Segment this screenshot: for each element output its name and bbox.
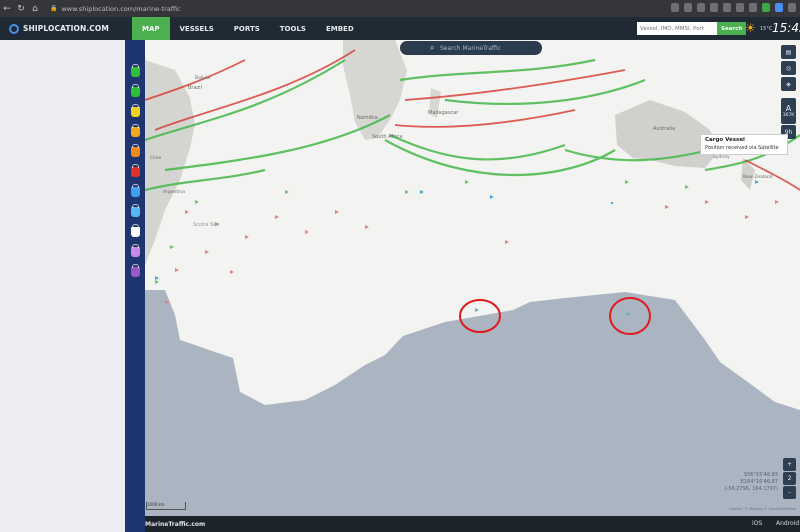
map-label-madagascar: Madagascar (428, 110, 459, 116)
density-icon[interactable]: ◈ (781, 77, 796, 91)
map-label-australia: Australia (653, 126, 676, 132)
lock-icon: 🔒 (50, 5, 58, 12)
ios-link[interactable]: iOS (752, 520, 762, 527)
android-link[interactable]: Android (776, 520, 799, 527)
cursor-coordinates: S56°15'46.83 E164°16'46.87 (-56.2796, 16… (725, 472, 778, 493)
nav-embed[interactable]: EMBED (316, 17, 364, 40)
zoom-level: 2 (783, 472, 796, 485)
extension-icon[interactable] (788, 3, 796, 12)
extension-icon[interactable] (697, 3, 705, 12)
search-icon: ⌕ (430, 43, 435, 52)
map-label-sydney: Sydney (713, 155, 730, 160)
extensions (671, 3, 796, 12)
vessel-search-input[interactable] (637, 22, 717, 35)
download-icon[interactable] (762, 3, 770, 12)
zoom-in-button[interactable]: + (783, 458, 796, 471)
browser-toolbar: ← ↻ ⌂ 🔒 www.shiplocation.com/marine-traf… (0, 0, 800, 17)
map-label-bolivia: Bolivia (195, 76, 211, 81)
layers-icon[interactable]: ◎ (781, 61, 796, 75)
camera-icon[interactable] (684, 3, 692, 12)
site-search: Search (637, 22, 747, 35)
layer-filter-icon[interactable] (131, 144, 140, 157)
vessel-count-control[interactable]: A 367K (781, 98, 796, 124)
layer-filter-icon[interactable] (131, 264, 140, 277)
nav-vessels[interactable]: VESSELS (170, 17, 224, 40)
layer-filter-icon[interactable] (131, 64, 140, 77)
vessel-count-icon: A (785, 104, 792, 113)
map-search-placeholder: Search MarineTraffic (440, 44, 502, 52)
side-panel (0, 40, 125, 532)
longitude: E164°16'46.87 (740, 479, 778, 485)
layer-filter-icon[interactable] (131, 164, 140, 177)
vessel-count-value: 367K (782, 113, 795, 118)
extension-icon[interactable] (723, 3, 731, 12)
reload-icon[interactable]: ↻ (14, 4, 28, 14)
map-scale: 1000 km (146, 502, 186, 510)
map-label-scotia-sea: Scotia Sea (193, 222, 220, 228)
tooltip-detail: Position received via Satellite (705, 145, 779, 151)
layer-filter-icon[interactable] (131, 184, 140, 197)
puzzle-icon[interactable] (749, 3, 757, 12)
temperature: 15°C (760, 26, 773, 32)
extension-icon[interactable] (671, 3, 679, 12)
decimal-coordinates: (-56.2796, 164.1797) (724, 486, 778, 492)
map-label-namibia: Namibia (357, 115, 378, 121)
site-logo[interactable]: SHIPLOCATION.COM (9, 23, 132, 34)
back-icon[interactable]: ← (0, 4, 14, 14)
address-text: www.shiplocation.com/marine-traffic (61, 4, 181, 13)
footer-bar: MarineTraffic.com iOS Android (145, 516, 800, 532)
map-search-box[interactable]: ⌕ Search MarineTraffic (400, 41, 542, 55)
layer-filter-icon[interactable] (131, 204, 140, 217)
layer-bar (125, 40, 145, 532)
latitude: S56°15'46.83 (743, 472, 778, 478)
map-canvas[interactable] (145, 40, 800, 516)
map-label-new-zealand: New Zealand (743, 175, 773, 180)
nav-map[interactable]: MAP (132, 17, 170, 40)
heart-icon[interactable] (710, 3, 718, 12)
sun-icon: ☀ (745, 21, 756, 35)
extension-icon[interactable] (736, 3, 744, 12)
map-label-chile: Chile (150, 156, 162, 161)
vessel-tooltip: Cargo Vessel Position received via Satel… (700, 134, 788, 155)
address-bar[interactable]: 🔒 www.shiplocation.com/marine-traffic (50, 5, 181, 13)
clock: 15:43 (772, 21, 800, 35)
layer-filter-icon[interactable] (131, 84, 140, 97)
filters-icon[interactable]: ▤ (781, 45, 796, 59)
map-label-argentina: Argentina (163, 190, 185, 195)
layer-filter-icon[interactable] (131, 104, 140, 117)
home-icon[interactable]: ⌂ (28, 4, 42, 14)
layer-filter-icon[interactable] (131, 244, 140, 257)
nav-tools[interactable]: TOOLS (270, 17, 316, 40)
map-view[interactable]: Brazil Bolivia Chile Argentina Namibia S… (145, 40, 800, 516)
main-nav: MAP VESSELS PORTS TOOLS EMBED (132, 17, 364, 40)
site-header: SHIPLOCATION.COM MAP VESSELS PORTS TOOLS… (0, 17, 800, 40)
map-attribution[interactable]: Leaflet | © Mapbox © OpenStreetMap (729, 507, 796, 511)
layer-filter-icon[interactable] (131, 224, 140, 237)
translate-icon[interactable] (775, 3, 783, 12)
logo-icon (9, 23, 19, 34)
search-button[interactable]: Search (717, 22, 747, 35)
nav-ports[interactable]: PORTS (224, 17, 270, 40)
map-label-brazil: Brazil (188, 85, 202, 91)
layer-filter-icon[interactable] (131, 124, 140, 137)
map-label-south-africa: South Africa (372, 134, 403, 140)
tooltip-title: Cargo Vessel (705, 137, 745, 143)
footer-brand[interactable]: MarineTraffic.com (145, 521, 205, 528)
zoom-out-button[interactable]: – (783, 486, 796, 499)
